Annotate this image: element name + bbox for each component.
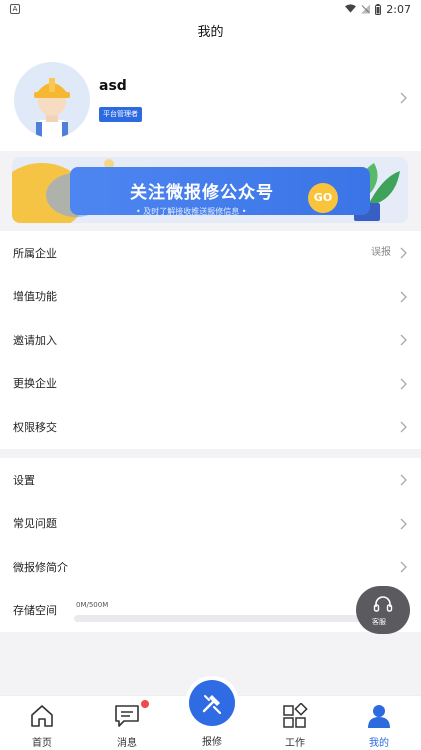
unread-badge bbox=[141, 700, 149, 708]
status-left: A bbox=[10, 4, 20, 14]
menu-group-company: 所属企业 误报 增值功能 邀请加入 更换企业 权限移交 bbox=[0, 231, 421, 449]
storage-usage: 0M/500M bbox=[76, 600, 109, 609]
tab-work-label: 工作 bbox=[285, 738, 305, 749]
chevron-right-icon bbox=[400, 334, 407, 346]
worker-avatar-icon bbox=[34, 78, 70, 138]
clock: 2:07 bbox=[386, 2, 411, 16]
chevron-right-icon bbox=[400, 378, 407, 389]
repair-button-circle bbox=[189, 680, 235, 726]
menu-item-label: 常见问题 bbox=[13, 517, 57, 531]
chevron-right-icon bbox=[400, 518, 407, 529]
banner-title: 关注微报修公众号 bbox=[130, 183, 274, 203]
message-icon bbox=[115, 705, 139, 727]
repair-button[interactable] bbox=[185, 676, 239, 730]
customer-service-label: 客服 bbox=[372, 618, 386, 626]
menu-item-label: 增值功能 bbox=[13, 290, 57, 304]
tab-mine[interactable]: 我的 bbox=[344, 696, 414, 750]
tab-work[interactable]: 工作 bbox=[260, 696, 330, 750]
wifi-icon bbox=[345, 4, 357, 13]
menu-item-label: 微报修简介 bbox=[13, 560, 68, 574]
apps-grid-icon bbox=[283, 703, 308, 728]
menu-item-transfer-permissions[interactable]: 权限移交 bbox=[0, 405, 421, 449]
tab-home[interactable]: 首页 bbox=[7, 696, 77, 750]
menu-item-label: 设置 bbox=[13, 473, 35, 487]
menu-item-company[interactable]: 所属企业 误报 bbox=[0, 231, 421, 275]
tab-mine-label: 我的 bbox=[369, 738, 389, 749]
go-button[interactable]: GO bbox=[308, 183, 338, 213]
banner-section: 关注微报修公众号 • 及时了解接收推送报修信息 • GO bbox=[0, 151, 421, 231]
menu-item-settings[interactable]: 设置 bbox=[0, 458, 421, 502]
chevron-right-icon bbox=[400, 291, 407, 302]
tab-messages-label: 消息 bbox=[117, 738, 137, 749]
menu-item-label: 权限移交 bbox=[13, 420, 57, 434]
battery-icon bbox=[375, 3, 382, 15]
menu-item-label: 更换企业 bbox=[13, 377, 57, 391]
chevron-right-icon bbox=[400, 247, 407, 259]
headset-icon bbox=[373, 596, 393, 612]
chevron-right-icon bbox=[400, 474, 407, 486]
page-title: 我的 bbox=[0, 18, 421, 48]
home-icon bbox=[31, 705, 53, 727]
storage-progress-bar bbox=[74, 614, 374, 622]
avatar[interactable] bbox=[14, 62, 90, 138]
user-name: asd bbox=[99, 78, 127, 94]
customer-service-button[interactable]: 客服 bbox=[356, 586, 410, 634]
status-right: 2:07 bbox=[345, 3, 411, 16]
tab-home-label: 首页 bbox=[32, 738, 52, 749]
role-badge: 平台管理者 bbox=[99, 107, 142, 122]
menu-item-faq[interactable]: 常见问题 bbox=[0, 502, 421, 546]
app-notification-icon: A bbox=[10, 4, 20, 14]
user-icon bbox=[368, 705, 390, 728]
chevron-right-icon bbox=[400, 421, 407, 433]
banner-subtitle: • 及时了解接收推送报修信息 • bbox=[136, 207, 247, 216]
signal-icon bbox=[361, 4, 371, 14]
chevron-right-icon[interactable] bbox=[400, 92, 407, 104]
storage-label: 存储空间 bbox=[13, 604, 57, 618]
menu-item-label: 邀请加入 bbox=[13, 333, 57, 347]
wechat-follow-banner[interactable]: 关注微报修公众号 • 及时了解接收推送报修信息 • GO bbox=[12, 157, 408, 223]
menu-item-label: 所属企业 bbox=[13, 246, 57, 260]
tab-repair-label: 报修 bbox=[202, 737, 222, 748]
profile-card[interactable]: asd 平台管理者 bbox=[0, 48, 421, 151]
tools-icon bbox=[202, 695, 222, 715]
menu-item-extra: 误报 bbox=[371, 247, 391, 258]
menu-item-about[interactable]: 微报修简介 bbox=[0, 545, 421, 589]
menu-item-value-added[interactable]: 增值功能 bbox=[0, 275, 421, 319]
tab-messages[interactable]: 消息 bbox=[92, 696, 162, 750]
chevron-right-icon bbox=[400, 561, 407, 573]
menu-item-invite[interactable]: 邀请加入 bbox=[0, 318, 421, 362]
status-bar: A 2:07 bbox=[0, 0, 421, 18]
menu-item-switch-company[interactable]: 更换企业 bbox=[0, 362, 421, 406]
